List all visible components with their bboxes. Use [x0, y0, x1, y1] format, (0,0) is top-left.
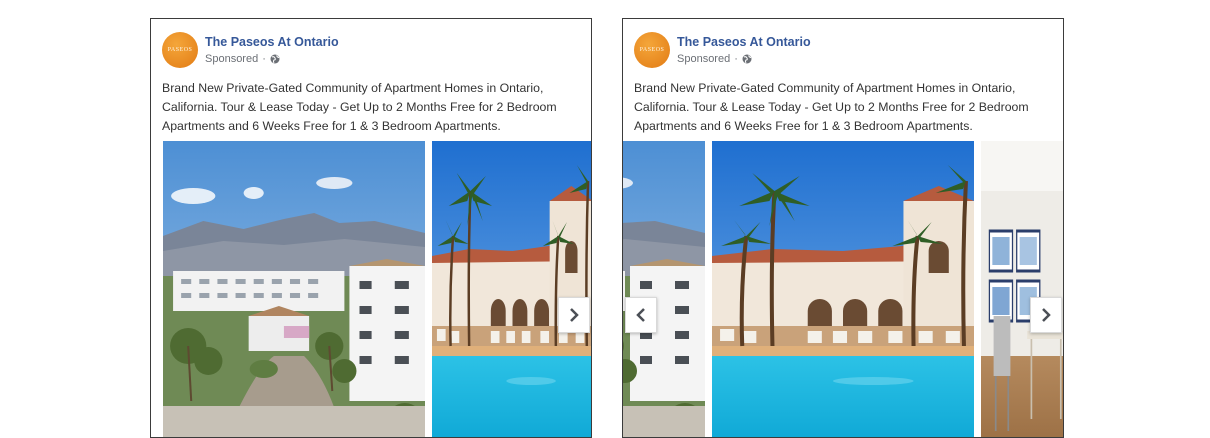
- carousel-image-aerial[interactable]: [623, 141, 705, 437]
- carousel-image-pool[interactable]: [432, 141, 592, 438]
- carousel-prev-button[interactable]: [625, 297, 657, 333]
- globe-icon: [742, 54, 752, 64]
- avatar-logo-text: PASEOS: [639, 47, 665, 53]
- ad-body-text: Brand New Private-Gated Community of Apa…: [634, 81, 1029, 133]
- chevron-right-icon: [1042, 308, 1051, 322]
- ad-card: PASEOS The Paseos At Ontario Sponsored ·…: [150, 18, 592, 438]
- globe-icon: [270, 54, 280, 64]
- page-name-link[interactable]: The Paseos At Ontario: [205, 35, 339, 49]
- page-avatar[interactable]: PASEOS: [162, 32, 198, 68]
- sponsored-label: Sponsored: [677, 53, 731, 65]
- page-avatar[interactable]: PASEOS: [634, 32, 670, 68]
- image-carousel[interactable]: [623, 141, 1064, 438]
- chevron-right-icon: [570, 308, 579, 322]
- sponsored-row: Sponsored ·: [677, 53, 752, 65]
- carousel-image-pool[interactable]: [712, 141, 974, 438]
- sponsored-label: Sponsored: [205, 53, 259, 65]
- chevron-left-icon: [636, 308, 645, 322]
- carousel-next-button[interactable]: [558, 297, 590, 333]
- image-carousel[interactable]: [151, 141, 592, 438]
- page-name-link[interactable]: The Paseos At Ontario: [677, 35, 811, 49]
- ad-body-text: Brand New Private-Gated Community of Apa…: [162, 81, 557, 133]
- carousel-image-aerial[interactable]: [163, 141, 425, 438]
- ad-card: PASEOS The Paseos At Ontario Sponsored ·…: [622, 18, 1064, 438]
- avatar-logo-text: PASEOS: [167, 47, 193, 53]
- carousel-next-button[interactable]: [1030, 297, 1062, 333]
- sponsored-row: Sponsored ·: [205, 53, 280, 65]
- carousel-image-interior[interactable]: [981, 141, 1064, 438]
